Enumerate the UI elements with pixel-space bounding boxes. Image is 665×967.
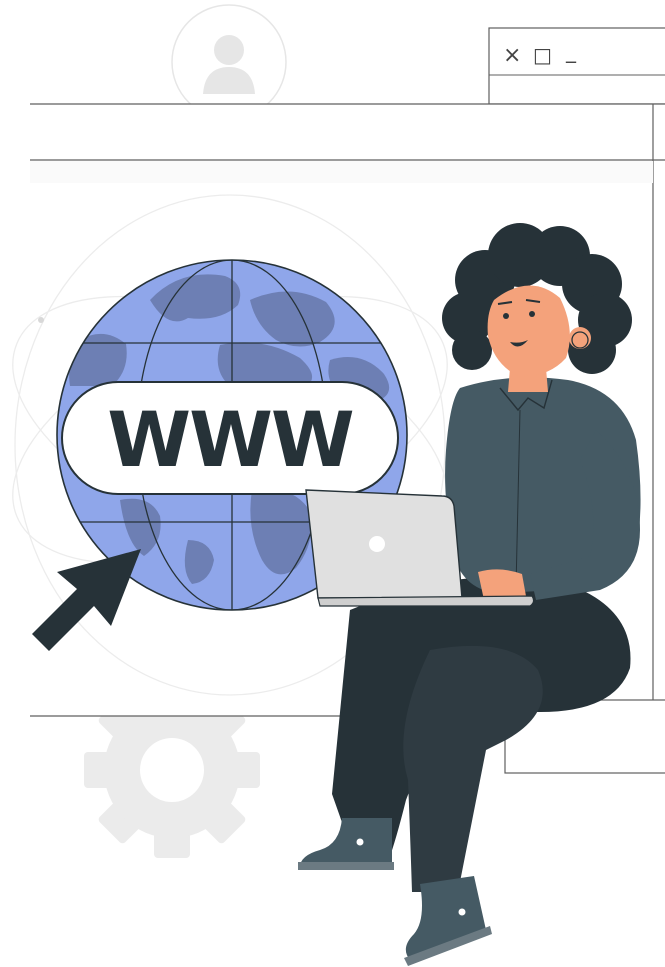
www-text: WWW xyxy=(107,395,353,484)
www-label: WWW xyxy=(61,381,399,495)
minimize-icon[interactable]: _ xyxy=(565,39,577,63)
user-avatar-icon xyxy=(171,4,287,120)
close-icon[interactable]: × xyxy=(503,43,521,68)
orbit-dot xyxy=(38,317,44,323)
website-illustration: × □ _ WWW xyxy=(0,0,665,967)
maximize-icon[interactable]: □ xyxy=(533,43,552,67)
illustration-canvas: × □ _ WWW xyxy=(12,4,665,966)
back-window: × □ _ xyxy=(488,27,665,105)
